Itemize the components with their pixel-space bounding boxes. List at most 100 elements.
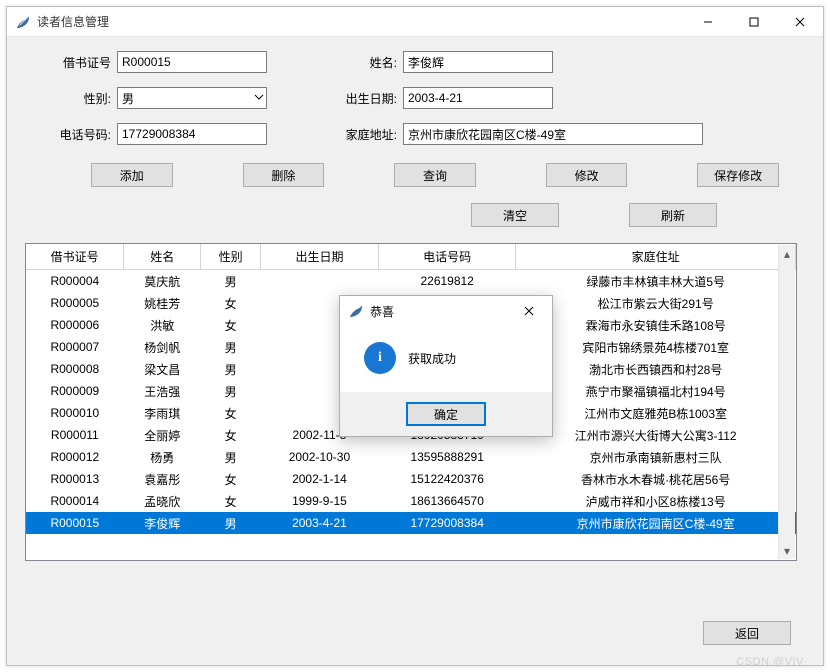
cell-gender: 女 xyxy=(201,402,261,424)
addr-input[interactable] xyxy=(403,123,703,145)
cell-id: R000014 xyxy=(26,490,124,512)
cell-gender: 女 xyxy=(201,490,261,512)
cell-addr: 江州市源兴大街博大公寓3-112 xyxy=(516,424,796,446)
column-header[interactable]: 电话号码 xyxy=(378,244,515,270)
cell-id: R000008 xyxy=(26,358,124,380)
cell-name: 全丽婷 xyxy=(124,424,201,446)
dialog-app-icon xyxy=(348,303,364,319)
cell-birth: 2003-4-21 xyxy=(260,512,378,534)
table-row[interactable]: R000013袁嘉彤女2002-1-1415122420376香林市水木春城·桃… xyxy=(26,468,796,490)
cell-name: 李雨琪 xyxy=(124,402,201,424)
add-button[interactable]: 添加 xyxy=(91,163,173,187)
name-input[interactable] xyxy=(403,51,553,73)
dialog-ok-button[interactable]: 确定 xyxy=(406,402,486,426)
success-dialog: 恭喜 i 获取成功 确定 xyxy=(339,295,553,437)
birth-label: 出生日期: xyxy=(337,90,403,107)
cell-name: 李俊辉 xyxy=(124,512,201,534)
cell-gender: 男 xyxy=(201,358,261,380)
clear-button[interactable]: 清空 xyxy=(471,203,559,227)
cell-phone: 22619812 xyxy=(378,270,515,293)
app-icon xyxy=(15,14,31,30)
cell-id: R000009 xyxy=(26,380,124,402)
minimize-button[interactable] xyxy=(685,7,731,37)
cell-birth: 2002-10-30 xyxy=(260,446,378,468)
column-header[interactable]: 借书证号 xyxy=(26,244,124,270)
scroll-up-icon[interactable]: ▴ xyxy=(779,245,795,262)
watermark: CSDN @VIV· xyxy=(736,656,808,668)
cell-name: 梁文昌 xyxy=(124,358,201,380)
close-button[interactable] xyxy=(777,7,823,37)
phone-label: 电话号码: xyxy=(51,126,117,143)
modify-button[interactable]: 修改 xyxy=(546,163,628,187)
cell-birth: 1999-9-15 xyxy=(260,490,378,512)
cell-birth xyxy=(260,270,378,293)
scroll-down-icon[interactable]: ▾ xyxy=(779,542,795,559)
cell-phone: 15122420376 xyxy=(378,468,515,490)
phone-input[interactable] xyxy=(117,123,267,145)
cell-gender: 男 xyxy=(201,380,261,402)
column-header[interactable]: 性别 xyxy=(201,244,261,270)
cell-id: R000006 xyxy=(26,314,124,336)
cell-gender: 男 xyxy=(201,336,261,358)
cell-id: R000007 xyxy=(26,336,124,358)
cell-name: 洪敏 xyxy=(124,314,201,336)
cell-name: 莫庆航 xyxy=(124,270,201,293)
cell-gender: 女 xyxy=(201,424,261,446)
cell-id: R000011 xyxy=(26,424,124,446)
maximize-button[interactable] xyxy=(731,7,777,37)
window-title: 读者信息管理 xyxy=(37,13,109,30)
cell-addr: 霖海市永安镇佳禾路108号 xyxy=(516,314,796,336)
cell-addr: 泸威市祥和小区8栋楼13号 xyxy=(516,490,796,512)
dialog-close-button[interactable] xyxy=(514,296,544,326)
id-label: 借书证号 xyxy=(51,54,117,71)
cell-addr: 香林市水木春城·桃花居56号 xyxy=(516,468,796,490)
table-row[interactable]: R000014孟晓欣女1999-9-1518613664570泸威市祥和小区8栋… xyxy=(26,490,796,512)
cell-id: R000015 xyxy=(26,512,124,534)
cell-id: R000012 xyxy=(26,446,124,468)
cell-addr: 宾阳市锦绣景苑4栋楼701室 xyxy=(516,336,796,358)
delete-button[interactable]: 删除 xyxy=(243,163,325,187)
id-input[interactable] xyxy=(117,51,267,73)
cell-gender: 女 xyxy=(201,292,261,314)
cell-gender: 男 xyxy=(201,270,261,293)
cell-id: R000013 xyxy=(26,468,124,490)
cell-name: 孟晓欣 xyxy=(124,490,201,512)
cell-name: 袁嘉彤 xyxy=(124,468,201,490)
cell-addr: 京州市承南镇新惠村三队 xyxy=(516,446,796,468)
birth-input[interactable] xyxy=(403,87,553,109)
dialog-message: 获取成功 xyxy=(408,350,456,367)
cell-gender: 男 xyxy=(201,446,261,468)
query-button[interactable]: 查询 xyxy=(394,163,476,187)
cell-id: R000010 xyxy=(26,402,124,424)
cell-name: 王浩强 xyxy=(124,380,201,402)
cell-id: R000005 xyxy=(26,292,124,314)
titlebar: 读者信息管理 xyxy=(7,7,823,37)
save-button[interactable]: 保存修改 xyxy=(697,163,779,187)
cell-name: 杨勇 xyxy=(124,446,201,468)
main-window: 读者信息管理 借书证号 姓名: 性别: xyxy=(6,6,824,666)
cell-addr: 燕宁市聚福镇福北村194号 xyxy=(516,380,796,402)
cell-birth: 2002-1-14 xyxy=(260,468,378,490)
cell-phone: 13595888291 xyxy=(378,446,515,468)
info-icon: i xyxy=(364,342,396,374)
back-button[interactable]: 返回 xyxy=(703,621,791,645)
cell-phone: 18613664570 xyxy=(378,490,515,512)
cell-addr: 绿藤市丰林镇丰林大道5号 xyxy=(516,270,796,293)
cell-addr: 京州市康欣花园南区C楼-49室 xyxy=(516,512,796,534)
cell-addr: 渤北市长西镇西和村28号 xyxy=(516,358,796,380)
cell-addr: 江州市文庭雅苑B栋1003室 xyxy=(516,402,796,424)
refresh-button[interactable]: 刷新 xyxy=(629,203,717,227)
gender-select[interactable] xyxy=(117,87,267,109)
cell-phone: 17729008384 xyxy=(378,512,515,534)
cell-name: 姚桂芳 xyxy=(124,292,201,314)
table-row[interactable]: R000015李俊辉男2003-4-2117729008384京州市康欣花园南区… xyxy=(26,512,796,534)
cell-gender: 女 xyxy=(201,468,261,490)
table-row[interactable]: R000012杨勇男2002-10-3013595888291京州市承南镇新惠村… xyxy=(26,446,796,468)
form-area: 借书证号 姓名: 性别: 出生日期: xyxy=(21,51,809,227)
name-label: 姓名: xyxy=(337,54,403,71)
column-header[interactable]: 家庭住址 xyxy=(516,244,796,270)
column-header[interactable]: 出生日期 xyxy=(260,244,378,270)
vertical-scrollbar[interactable]: ▴ ▾ xyxy=(778,245,795,559)
column-header[interactable]: 姓名 xyxy=(124,244,201,270)
table-row[interactable]: R000004莫庆航男22619812绿藤市丰林镇丰林大道5号 xyxy=(26,270,796,293)
